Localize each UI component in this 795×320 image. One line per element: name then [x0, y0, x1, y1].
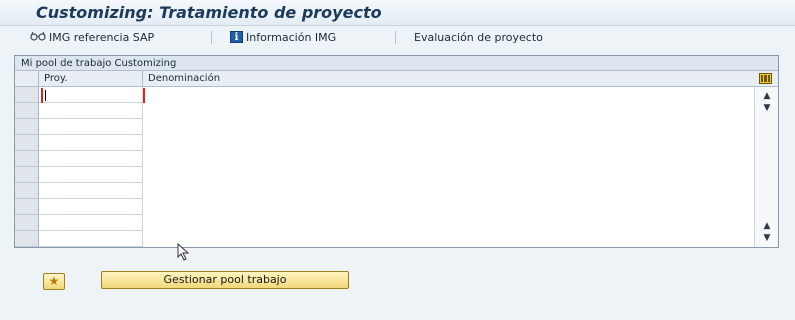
cell-denominacion[interactable] — [143, 87, 753, 103]
row-selector[interactable] — [15, 87, 39, 103]
table-row — [15, 87, 753, 103]
cell-proy[interactable] — [39, 183, 143, 199]
cell-proy[interactable] — [39, 135, 143, 151]
column-header-proy[interactable]: Proy. — [39, 71, 143, 87]
table-row — [15, 135, 753, 151]
row-selector[interactable] — [15, 119, 39, 135]
row-selector[interactable] — [15, 167, 39, 183]
cell-proy[interactable] — [39, 151, 143, 167]
row-selector[interactable] — [15, 103, 39, 119]
select-all-header[interactable] — [15, 71, 39, 87]
cell-denominacion[interactable] — [143, 135, 753, 151]
cell-denominacion[interactable] — [143, 199, 753, 215]
table-row — [15, 151, 753, 167]
manage-pool-button[interactable]: Gestionar pool trabajo — [101, 271, 349, 289]
glasses-icon — [30, 31, 46, 44]
table-row — [15, 215, 753, 231]
row-selector[interactable] — [15, 151, 39, 167]
img-reference-button[interactable]: IMG referencia SAP — [30, 29, 154, 45]
cell-denominacion[interactable] — [143, 215, 753, 231]
table-body — [15, 87, 753, 247]
cell-proy[interactable] — [39, 167, 143, 183]
cell-proy[interactable] — [39, 215, 143, 231]
star-favorites-icon[interactable]: ★ — [43, 273, 65, 290]
application-toolbar: IMG referencia SAP i Información IMG Eva… — [0, 26, 795, 48]
table-header: Proy. Denominación — [15, 71, 778, 87]
info-icon: i — [230, 31, 243, 43]
row-selector[interactable] — [15, 231, 39, 247]
mouse-pointer-icon — [177, 242, 191, 265]
cell-denominacion[interactable] — [143, 151, 753, 167]
info-img-label: Información IMG — [246, 30, 337, 44]
toolbar-separator — [211, 31, 212, 44]
table-row — [15, 119, 753, 135]
info-img-button[interactable]: i Información IMG — [230, 29, 336, 45]
table-row — [15, 103, 753, 119]
table-row — [15, 183, 753, 199]
cell-denominacion[interactable] — [143, 103, 753, 119]
title-bar: Customizing: Tratamiento de proyecto — [0, 0, 795, 26]
table-row — [15, 199, 753, 215]
window-title: Customizing: Tratamiento de proyecto — [36, 3, 382, 22]
img-reference-label: IMG referencia SAP — [49, 30, 155, 44]
row-selector[interactable] — [15, 183, 39, 199]
scroll-down-icon[interactable]: ▼ — [760, 101, 774, 115]
cell-proy[interactable] — [39, 119, 143, 135]
project-evaluation-label: Evaluación de proyecto — [414, 30, 543, 44]
cell-denominacion[interactable] — [143, 231, 753, 247]
toolbar-separator — [395, 31, 396, 44]
cell-proy[interactable] — [39, 231, 143, 247]
row-selector[interactable] — [15, 215, 39, 231]
table-row — [15, 231, 753, 247]
cell-proy[interactable] — [39, 199, 143, 215]
column-header-denominacion[interactable]: Denominación — [143, 71, 753, 87]
cell-denominacion[interactable] — [143, 183, 753, 199]
row-selector[interactable] — [15, 199, 39, 215]
project-evaluation-button[interactable]: Evaluación de proyecto — [414, 29, 543, 45]
vertical-scrollbar[interactable]: ▲ ▼ ▲ ▼ — [754, 87, 778, 247]
column-config-icon[interactable] — [759, 73, 772, 84]
table-row — [15, 167, 753, 183]
row-selector[interactable] — [15, 135, 39, 151]
scroll-page-down-icon[interactable]: ▼ — [760, 231, 774, 245]
cell-denominacion[interactable] — [143, 167, 753, 183]
cell-denominacion[interactable] — [143, 119, 753, 135]
focused-cell-marker — [41, 88, 145, 103]
table-caption: Mi pool de trabajo Customizing — [15, 56, 778, 71]
text-cursor — [45, 90, 46, 101]
cell-proy[interactable] — [39, 103, 143, 119]
customizing-pool-table: Mi pool de trabajo Customizing Proy. Den… — [14, 55, 779, 248]
